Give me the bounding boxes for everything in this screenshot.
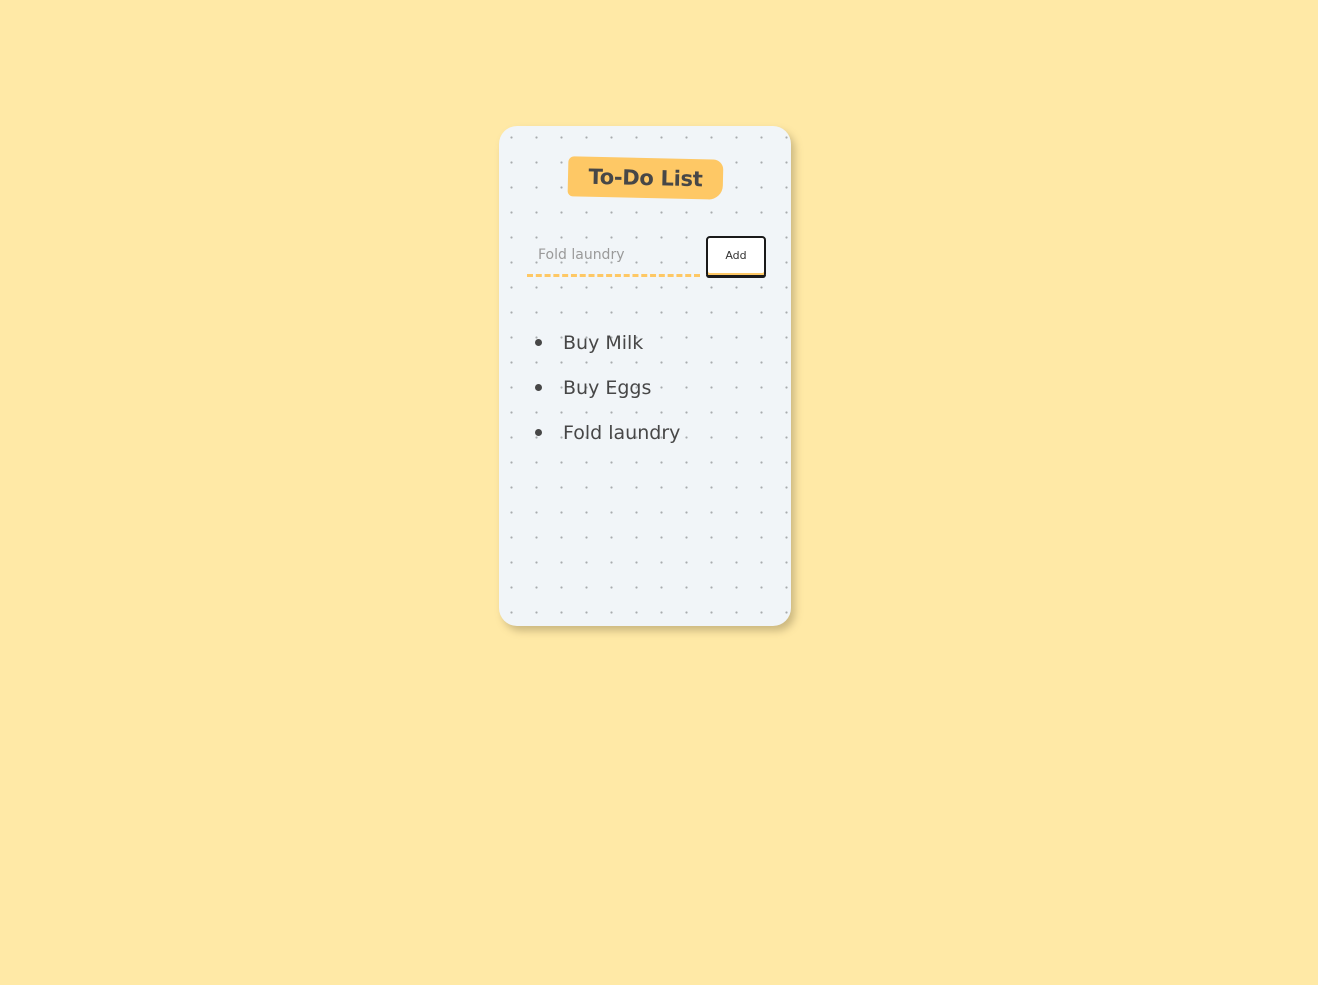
todo-card: To-Do List Add Buy Milk Buy Eggs Fold la… bbox=[499, 126, 791, 626]
bullet-icon bbox=[535, 384, 542, 391]
task-label: Fold laundry bbox=[563, 422, 681, 444]
bullet-icon bbox=[535, 429, 542, 436]
task-list: Buy Milk Buy Eggs Fold laundry bbox=[535, 324, 680, 459]
bullet-icon bbox=[535, 339, 542, 346]
new-task-input[interactable] bbox=[527, 239, 700, 277]
task-item[interactable]: Buy Eggs bbox=[535, 369, 680, 414]
task-item[interactable]: Buy Milk bbox=[535, 324, 680, 369]
task-label: Buy Eggs bbox=[563, 377, 652, 399]
task-label: Buy Milk bbox=[563, 332, 644, 354]
title-banner: To-Do List bbox=[567, 156, 724, 200]
page-title: To-Do List bbox=[588, 164, 703, 192]
add-task-button[interactable]: Add bbox=[706, 236, 766, 278]
task-item[interactable]: Fold laundry bbox=[535, 414, 680, 459]
